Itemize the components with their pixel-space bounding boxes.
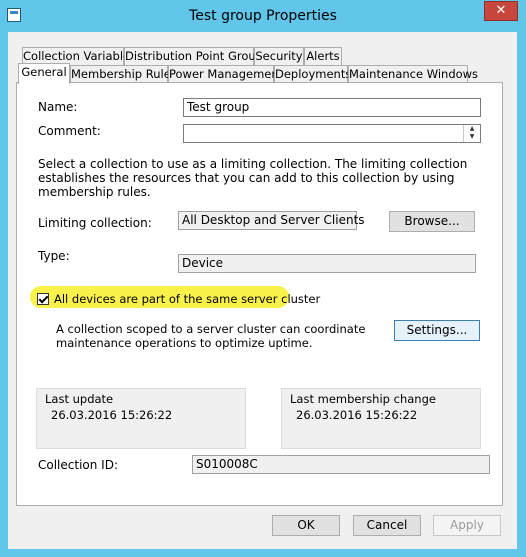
ok-button[interactable]: OK: [272, 515, 340, 536]
comment-label: Comment:: [38, 124, 101, 138]
last-membership-label: Last membership change: [290, 392, 436, 406]
last-membership-value: 26.03.2016 15:26:22: [296, 408, 418, 422]
general-tab-panel: Name: Test group Comment: ▲ ▼ Select a c…: [16, 82, 503, 506]
comment-scrollbar[interactable]: ▲ ▼: [463, 125, 480, 142]
tab-maintenance-windows[interactable]: Maintenance Windows: [348, 65, 478, 83]
cancel-button[interactable]: Cancel: [353, 515, 421, 536]
collection-id-field: S010008C: [192, 455, 490, 474]
apply-button[interactable]: Apply: [433, 515, 501, 536]
dialog-window: Test group Properties ✕ Collection Varia…: [0, 0, 526, 557]
cluster-description: A collection scoped to a server cluster …: [56, 322, 366, 350]
limiting-collection-label: Limiting collection:: [38, 216, 152, 230]
title-bar[interactable]: Test group Properties ✕: [0, 0, 526, 32]
collection-id-label: Collection ID:: [38, 458, 118, 472]
browse-button[interactable]: Browse...: [389, 211, 475, 232]
close-button[interactable]: ✕: [484, 1, 518, 21]
cluster-checkbox-label[interactable]: All devices are part of the same server …: [54, 292, 320, 306]
tab-alerts[interactable]: Alerts: [304, 47, 342, 65]
tab-deployments[interactable]: Deployments: [274, 65, 351, 83]
last-update-value: 26.03.2016 15:26:22: [51, 408, 173, 422]
name-label: Name:: [38, 100, 78, 114]
tab-distribution-point-groups[interactable]: Distribution Point Groups: [124, 47, 269, 65]
last-update-label: Last update: [45, 392, 114, 406]
settings-button[interactable]: Settings...: [394, 320, 480, 341]
window-title: Test group Properties: [189, 8, 337, 24]
limiting-description: Select a collection to use as a limiting…: [38, 157, 468, 199]
dialog-client-area: Collection Variables Distribution Point …: [8, 32, 517, 549]
type-label: Type:: [38, 249, 70, 263]
tab-power-management[interactable]: Power Management: [168, 65, 283, 83]
comment-field[interactable]: ▲ ▼: [183, 124, 481, 143]
tab-security[interactable]: Security: [254, 47, 304, 65]
tab-membership-rules[interactable]: Membership Rules: [70, 65, 177, 83]
cluster-checkbox[interactable]: [37, 293, 49, 305]
scroll-up-icon[interactable]: ▲: [464, 125, 480, 133]
name-field[interactable]: Test group: [183, 98, 481, 117]
last-update-group: Last update 26.03.2016 15:26:22: [36, 388, 246, 449]
type-field: Device: [178, 254, 476, 273]
tab-general[interactable]: General: [18, 63, 70, 84]
limiting-collection-field: All Desktop and Server Clients: [178, 211, 365, 230]
last-membership-group: Last membership change 26.03.2016 15:26:…: [281, 388, 481, 449]
scroll-down-icon[interactable]: ▼: [464, 133, 480, 141]
